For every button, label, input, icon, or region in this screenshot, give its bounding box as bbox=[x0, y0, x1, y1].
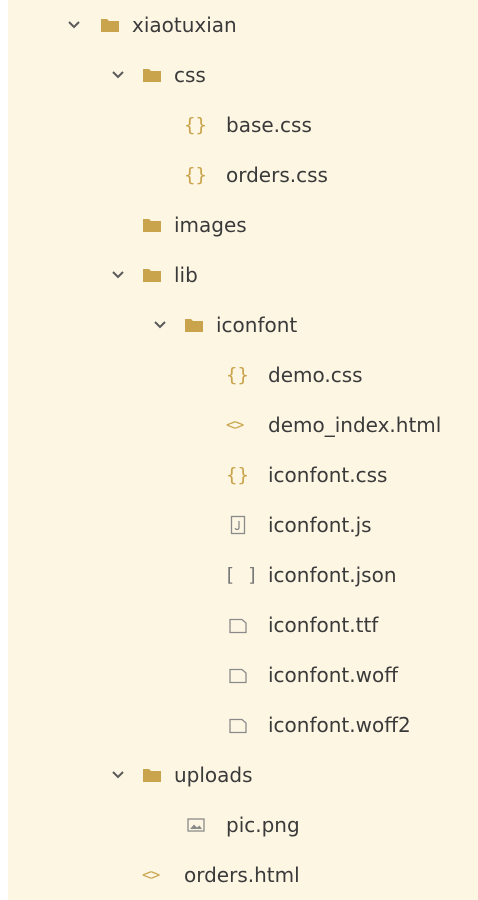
braces-icon: {} bbox=[226, 464, 249, 486]
tree-item-label: lib bbox=[174, 263, 198, 287]
tree-item-uploads[interactable]: uploads bbox=[8, 750, 478, 800]
folder-icon bbox=[143, 769, 161, 782]
file-icon bbox=[229, 668, 247, 684]
tree-item-iconfont-json[interactable]: [ ] iconfont.json bbox=[8, 550, 478, 600]
chevron-down-icon[interactable] bbox=[108, 265, 128, 285]
file-icon bbox=[229, 718, 247, 734]
tree-item-label: orders.html bbox=[184, 863, 300, 887]
js-file-icon bbox=[230, 515, 246, 535]
tree-item-iconfont-woff2[interactable]: iconfont.woff2 bbox=[8, 700, 478, 750]
image-icon bbox=[187, 818, 205, 832]
tree-item-label: pic.png bbox=[226, 813, 300, 837]
tree-item-orders-html[interactable]: <> orders.html bbox=[8, 850, 478, 900]
tree-item-label: iconfont.woff bbox=[268, 663, 398, 687]
tree-item-iconfont-js[interactable]: iconfont.js bbox=[8, 500, 478, 550]
code-icon: <> bbox=[226, 415, 244, 434]
tree-item-iconfont-css[interactable]: {} iconfont.css bbox=[8, 450, 478, 500]
tree-item-css[interactable]: css bbox=[8, 50, 478, 100]
tree-item-pic-png[interactable]: pic.png bbox=[8, 800, 478, 850]
tree-item-label: iconfont bbox=[216, 313, 298, 337]
tree-item-demo-css[interactable]: {} demo.css bbox=[8, 350, 478, 400]
tree-item-label: iconfont.json bbox=[268, 563, 397, 587]
brackets-icon: [ ] bbox=[224, 564, 259, 586]
tree-item-label: images bbox=[174, 213, 247, 237]
chevron-down-icon[interactable] bbox=[64, 15, 84, 35]
tree-item-label: iconfont.ttf bbox=[268, 613, 379, 637]
braces-icon: {} bbox=[184, 114, 207, 136]
tree-item-xiaotuxian[interactable]: xiaotuxian bbox=[8, 0, 478, 50]
folder-icon bbox=[143, 69, 161, 82]
folder-icon bbox=[143, 269, 161, 282]
code-icon: <> bbox=[142, 865, 160, 884]
tree-item-images[interactable]: images bbox=[8, 200, 478, 250]
tree-item-label: iconfont.js bbox=[268, 513, 372, 537]
chevron-down-icon[interactable] bbox=[108, 765, 128, 785]
tree-item-base-css[interactable]: {} base.css bbox=[8, 100, 478, 150]
tree-item-iconfont-woff[interactable]: iconfont.woff bbox=[8, 650, 478, 700]
tree-item-label: demo.css bbox=[268, 363, 363, 387]
braces-icon: {} bbox=[226, 364, 249, 386]
tree-item-iconfont-folder[interactable]: iconfont bbox=[8, 300, 478, 350]
braces-icon: {} bbox=[184, 164, 207, 186]
tree-item-label: base.css bbox=[226, 113, 312, 137]
chevron-down-icon[interactable] bbox=[108, 65, 128, 85]
tree-item-label: iconfont.woff2 bbox=[268, 713, 411, 737]
tree-item-label: iconfont.css bbox=[268, 463, 388, 487]
file-explorer: xiaotuxian css {} base.css {} orders.css… bbox=[8, 0, 478, 900]
file-icon bbox=[229, 618, 247, 634]
tree-item-iconfont-ttf[interactable]: iconfont.ttf bbox=[8, 600, 478, 650]
folder-icon bbox=[101, 19, 119, 32]
tree-item-lib[interactable]: lib bbox=[8, 250, 478, 300]
tree-item-label: css bbox=[174, 63, 206, 87]
tree-item-label: orders.css bbox=[226, 163, 328, 187]
tree-item-orders-css[interactable]: {} orders.css bbox=[8, 150, 478, 200]
tree-item-demo-index-html[interactable]: <> demo_index.html bbox=[8, 400, 478, 450]
tree-item-label: uploads bbox=[174, 763, 253, 787]
tree-item-label: xiaotuxian bbox=[132, 13, 237, 37]
tree-item-label: demo_index.html bbox=[268, 413, 442, 437]
folder-icon bbox=[143, 219, 161, 232]
chevron-down-icon[interactable] bbox=[150, 315, 170, 335]
folder-icon bbox=[185, 319, 203, 332]
